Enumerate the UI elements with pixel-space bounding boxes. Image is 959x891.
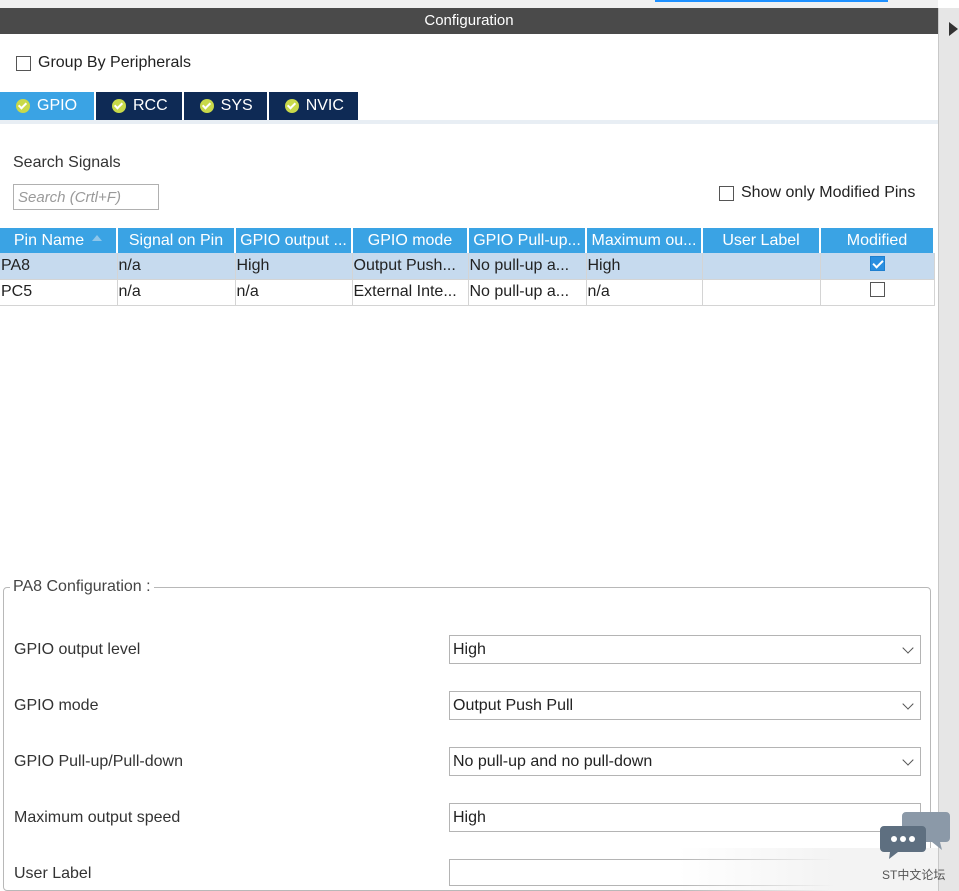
- check-circle-icon: [284, 99, 299, 113]
- modified-checkbox[interactable]: [869, 255, 885, 271]
- tab-rcc[interactable]: RCC: [96, 92, 182, 120]
- show-modified-label: Show only Modified Pins: [741, 184, 916, 201]
- chevron-down-icon: [902, 642, 914, 654]
- cell-pull: No pull-up a...: [468, 253, 587, 280]
- group-by-peripherals-checkbox[interactable]: [16, 55, 31, 71]
- pin-configuration-group: PA8 Configuration : GPIO output level Hi…: [3, 578, 931, 891]
- tab-label: NVIC: [305, 97, 344, 114]
- modified-checkbox[interactable]: [869, 282, 885, 297]
- cell-max-speed: High: [586, 253, 703, 280]
- column-header-pin-name[interactable]: Pin Name: [0, 228, 118, 253]
- column-header-max-speed[interactable]: Maximum ou...: [586, 228, 703, 253]
- output-level-row: GPIO output level High: [14, 635, 921, 665]
- mode-row: GPIO mode Output Push Pull: [14, 691, 921, 721]
- group-by-peripherals-label: Group By Peripherals: [38, 54, 191, 71]
- cell-user-label: [702, 253, 821, 280]
- tab-label: RCC: [133, 97, 168, 114]
- cell-signal: n/a: [117, 253, 236, 280]
- table-row[interactable]: PC5 n/a n/a External Inte... No pull-up …: [0, 279, 935, 306]
- group-by-peripherals-option[interactable]: Group By Peripherals: [16, 54, 191, 72]
- check-circle-icon: [112, 99, 126, 113]
- check-circle-icon: [199, 99, 214, 113]
- pull-label: GPIO Pull-up/Pull-down: [14, 753, 183, 770]
- column-header-pull[interactable]: GPIO Pull-up...: [468, 228, 587, 253]
- tab-gpio[interactable]: GPIO: [0, 92, 94, 120]
- speed-value: High: [453, 808, 486, 826]
- column-header-mode[interactable]: GPIO mode: [352, 228, 469, 253]
- column-header-output-level[interactable]: GPIO output ...: [235, 228, 353, 253]
- cell-max-speed: n/a: [586, 279, 703, 306]
- cell-modified: [820, 253, 935, 280]
- sort-ascending-icon: [92, 235, 103, 242]
- cell-user-label: [702, 279, 821, 306]
- mode-label: GPIO mode: [14, 697, 99, 714]
- tab-nvic[interactable]: NVIC: [268, 92, 358, 120]
- cell-mode: External Inte...: [352, 279, 469, 306]
- mode-value: Output Push Pull: [453, 696, 574, 714]
- speed-row: Maximum output speed High: [14, 803, 921, 833]
- peripheral-tabs: GPIO RCC SYS NVIC: [0, 92, 360, 120]
- show-modified-checkbox[interactable]: [719, 185, 734, 201]
- chevron-down-icon: [902, 754, 914, 766]
- tab-label: GPIO: [37, 97, 78, 114]
- column-header-label: Pin Name: [13, 231, 85, 249]
- cell-pin-name: PA8: [0, 253, 118, 280]
- search-signals-label: Search Signals: [13, 154, 121, 171]
- cell-mode: Output Push...: [352, 253, 469, 280]
- tab-sys[interactable]: SYS: [183, 92, 267, 120]
- top-strip: [0, 0, 938, 8]
- cell-pull: No pull-up a...: [468, 279, 587, 306]
- search-signals-input[interactable]: [13, 184, 159, 210]
- pull-value: No pull-up and no pull-down: [453, 752, 653, 770]
- speed-label: Maximum output speed: [14, 809, 181, 826]
- tab-label: SYS: [220, 97, 253, 114]
- column-header-modified[interactable]: Modified: [820, 228, 935, 253]
- check-circle-icon: [16, 99, 30, 113]
- collapse-arrow-icon[interactable]: [949, 22, 958, 36]
- cell-output-level: High: [235, 253, 353, 280]
- cell-signal: n/a: [117, 279, 236, 306]
- watermark-text: ST中文论坛: [882, 868, 946, 882]
- cell-output-level: n/a: [235, 279, 353, 306]
- column-header-user-label[interactable]: User Label: [702, 228, 821, 253]
- mode-select[interactable]: Output Push Pull: [449, 691, 921, 720]
- output-level-select[interactable]: High: [449, 635, 921, 664]
- cell-modified: [820, 279, 935, 306]
- output-level-label: GPIO output level: [14, 641, 141, 658]
- output-level-value: High: [453, 640, 486, 658]
- forum-chat-logo-icon: [880, 812, 950, 859]
- panel-title: Configuration: [0, 8, 938, 34]
- cell-pin-name: PC5: [0, 279, 118, 306]
- top-accent-line: [655, 0, 888, 2]
- user-label-label: User Label: [14, 865, 92, 882]
- pin-table: Pin Name Signal on Pin GPIO output ... G…: [0, 228, 935, 306]
- right-collapse-bar[interactable]: [938, 8, 959, 891]
- table-header-row: Pin Name Signal on Pin GPIO output ... G…: [0, 228, 935, 253]
- pull-row: GPIO Pull-up/Pull-down No pull-up and no…: [14, 747, 921, 777]
- chevron-down-icon: [902, 698, 914, 710]
- tab-underline: [0, 120, 938, 124]
- column-header-signal[interactable]: Signal on Pin: [117, 228, 236, 253]
- pull-select[interactable]: No pull-up and no pull-down: [449, 747, 921, 776]
- table-row[interactable]: PA8 n/a High Output Push... No pull-up a…: [0, 253, 935, 280]
- speed-select[interactable]: High: [449, 803, 921, 832]
- pin-configuration-legend: PA8 Configuration :: [13, 578, 151, 595]
- show-modified-option[interactable]: Show only Modified Pins: [719, 184, 915, 202]
